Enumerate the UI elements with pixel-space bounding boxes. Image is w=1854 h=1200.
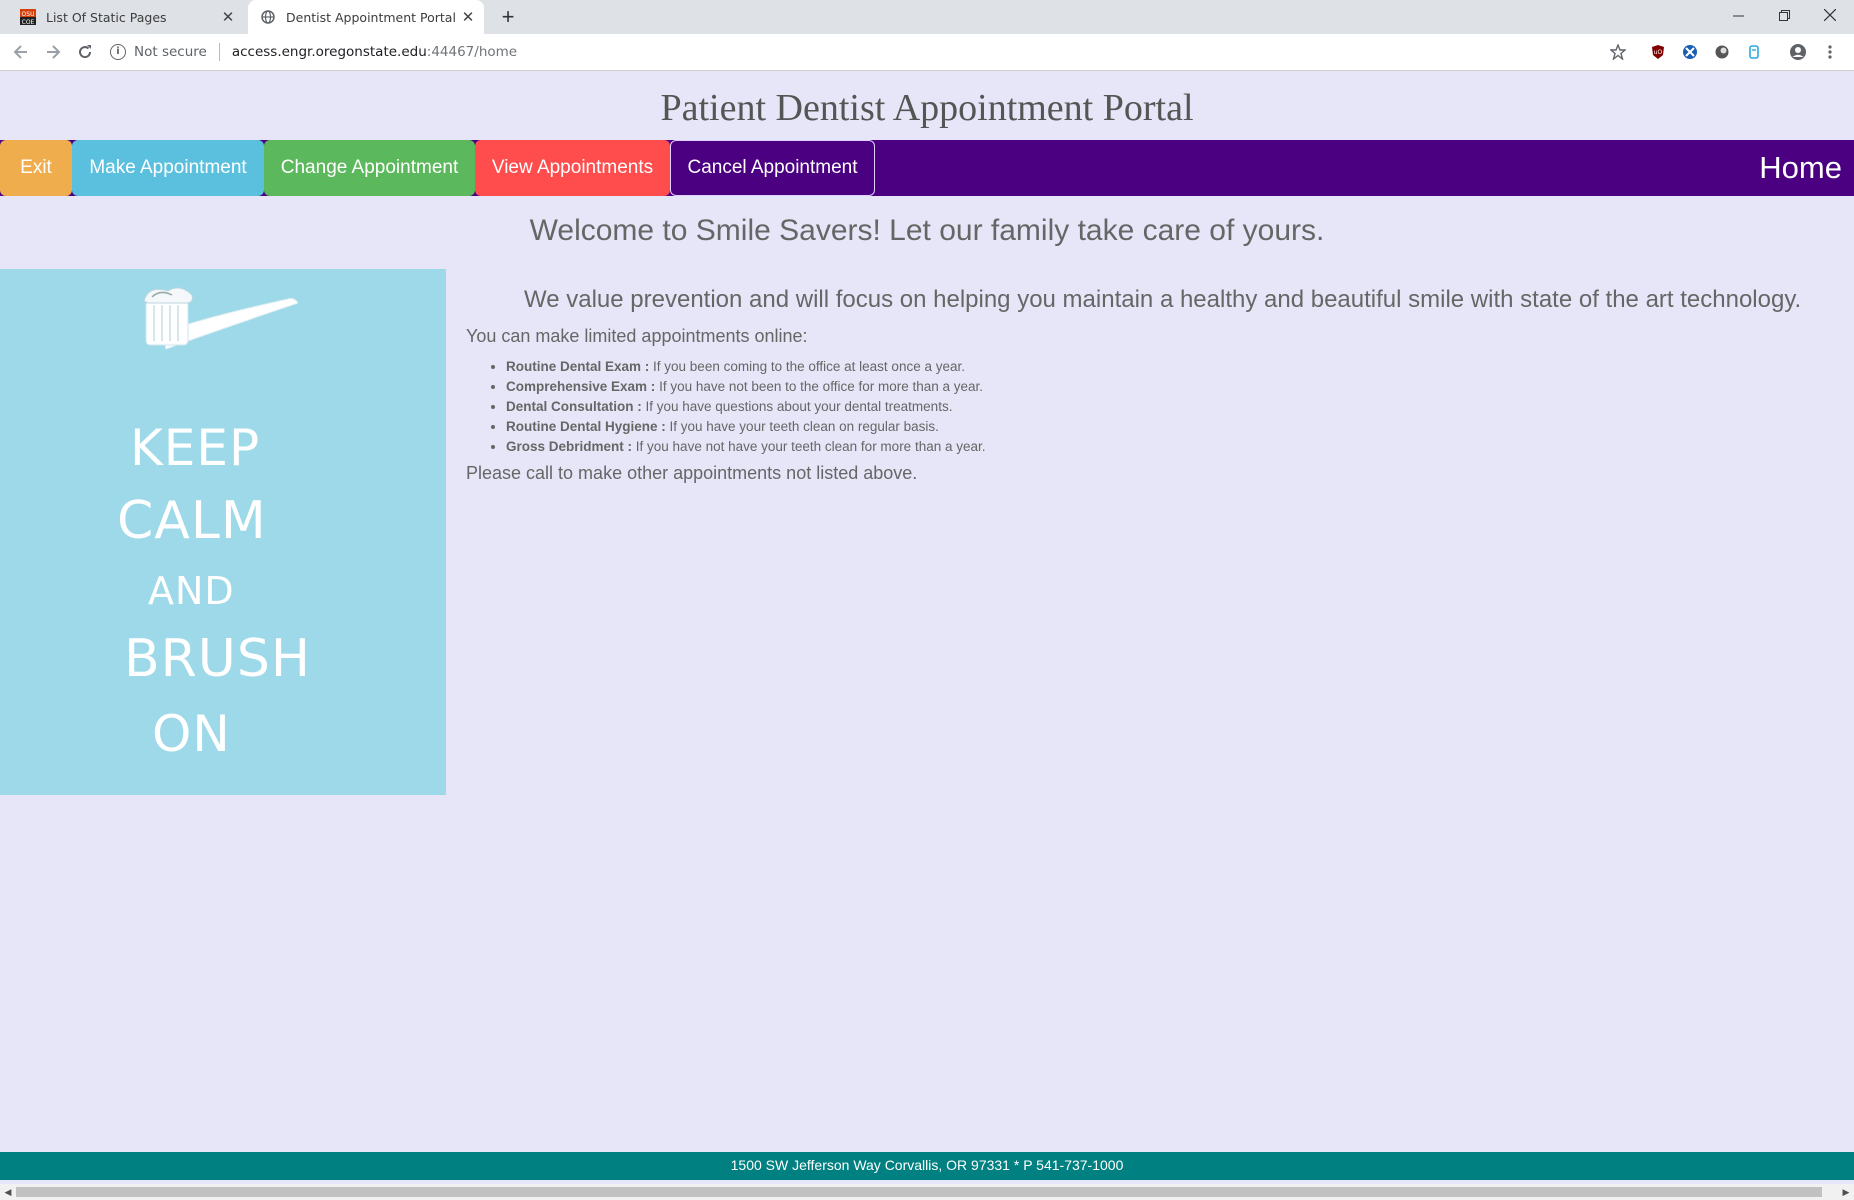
page-title: Patient Dentist Appointment Portal xyxy=(660,87,1194,129)
exit-button[interactable]: Exit xyxy=(0,140,72,196)
footer-address: 1500 SW Jefferson Way Corvallis, OR 9733… xyxy=(0,1152,1854,1180)
service-name: Comprehensive Exam : xyxy=(506,379,656,394)
tab-label: Dentist Appointment Portal xyxy=(286,9,456,25)
value-statement: We value prevention and will focus on he… xyxy=(524,286,1802,313)
reload-icon[interactable] xyxy=(72,39,98,65)
nav-bar: Exit Make Appointment Change Appointment… xyxy=(0,140,1854,196)
osu-favicon-icon: OSU COE xyxy=(20,9,36,25)
tab-dentist-portal[interactable]: Dentist Appointment Portal ✕ xyxy=(248,0,484,34)
service-name: Gross Debridment : xyxy=(506,439,633,454)
appointments-intro: You can make limited appointments online… xyxy=(466,326,808,346)
poster-line: CALM xyxy=(117,491,267,551)
view-appointments-button[interactable]: View Appointments xyxy=(475,140,670,196)
service-name: Dental Consultation : xyxy=(506,399,642,414)
extension-icon[interactable] xyxy=(1712,42,1732,62)
service-name: Routine Dental Exam : xyxy=(506,359,650,374)
close-tab-icon[interactable]: ✕ xyxy=(456,5,480,29)
extension-icon[interactable] xyxy=(1680,42,1700,62)
scrollbar-thumb[interactable] xyxy=(16,1187,1822,1197)
cancel-appointment-button[interactable]: Cancel Appointment xyxy=(670,140,875,196)
svg-text:OSU: OSU xyxy=(22,11,35,18)
forward-icon[interactable] xyxy=(40,39,66,65)
list-item: Routine Dental Hygiene : If you have you… xyxy=(506,419,1836,435)
change-appointment-button[interactable]: Change Appointment xyxy=(264,140,475,196)
svg-text:uO: uO xyxy=(1654,49,1663,56)
svg-text:COE: COE xyxy=(22,19,35,25)
back-icon[interactable] xyxy=(8,39,34,65)
info-icon[interactable]: i xyxy=(110,44,126,60)
url-field[interactable]: i Not secure access.engr.oregonstate.edu… xyxy=(110,38,1634,66)
url-host: access.engr.oregonstate.edu xyxy=(231,44,427,60)
service-description: If you have questions about your dental … xyxy=(641,399,953,414)
scroll-right-icon[interactable]: ▶ xyxy=(1838,1184,1854,1200)
toothbrush-icon xyxy=(138,279,299,368)
service-description: If you have your teeth clean on regular … xyxy=(665,419,939,434)
call-note: Please call to make other appointments n… xyxy=(466,463,918,483)
ublock-icon[interactable]: uO xyxy=(1648,42,1668,62)
make-appointment-button[interactable]: Make Appointment xyxy=(72,140,264,196)
extension-icon[interactable] xyxy=(1744,42,1764,62)
close-window-icon[interactable] xyxy=(1810,0,1850,30)
url-path: :44467/home xyxy=(426,44,518,60)
list-item: Routine Dental Exam : If you been coming… xyxy=(506,359,1836,375)
tab-list-of-static-pages[interactable]: OSU COE List Of Static Pages ✕ xyxy=(8,0,244,34)
current-page-label: Home xyxy=(1759,150,1842,185)
security-status: Not secure xyxy=(134,44,207,60)
globe-icon xyxy=(260,9,276,25)
tab-strip: OSU COE List Of Static Pages ✕ Dentist Ap… xyxy=(0,0,1854,34)
list-item: Comprehensive Exam : If you have not bee… xyxy=(506,379,1836,395)
restore-icon[interactable] xyxy=(1764,0,1804,30)
service-description: If you have not have your teeth clean fo… xyxy=(632,439,986,454)
scroll-left-icon[interactable]: ◀ xyxy=(0,1184,16,1200)
new-tab-button[interactable]: + xyxy=(494,3,522,31)
poster-line: ON xyxy=(152,705,231,763)
profile-icon[interactable] xyxy=(1788,42,1808,62)
close-tab-icon[interactable]: ✕ xyxy=(216,5,240,29)
star-icon[interactable] xyxy=(1608,42,1628,62)
divider xyxy=(218,43,220,61)
address-bar: i Not secure access.engr.oregonstate.edu… xyxy=(0,34,1854,71)
service-description: If you been coming to the office at leas… xyxy=(649,359,965,374)
service-description: If you have not been to the office for m… xyxy=(655,379,984,394)
horizontal-scrollbar[interactable]: ◀ ▶ xyxy=(0,1184,1854,1200)
keep-calm-poster: KEEP CALM AND BRUSH ON xyxy=(0,269,446,795)
main-content: We value prevention and will focus on he… xyxy=(466,286,1836,484)
list-item: Gross Debridment : If you have not have … xyxy=(506,439,1836,455)
service-name: Routine Dental Hygiene : xyxy=(506,419,666,434)
poster-line: BRUSH xyxy=(124,629,311,689)
poster-line: KEEP xyxy=(130,419,261,477)
list-item: Dental Consultation : If you have questi… xyxy=(506,399,1836,415)
service-list: Routine Dental Exam : If you been coming… xyxy=(466,359,1836,455)
minimize-icon[interactable] xyxy=(1718,0,1758,30)
menu-icon[interactable] xyxy=(1820,42,1840,62)
tab-label: List Of Static Pages xyxy=(46,9,167,25)
welcome-heading: Welcome to Smile Savers! Let our family … xyxy=(529,214,1325,247)
poster-line: AND xyxy=(148,569,235,613)
